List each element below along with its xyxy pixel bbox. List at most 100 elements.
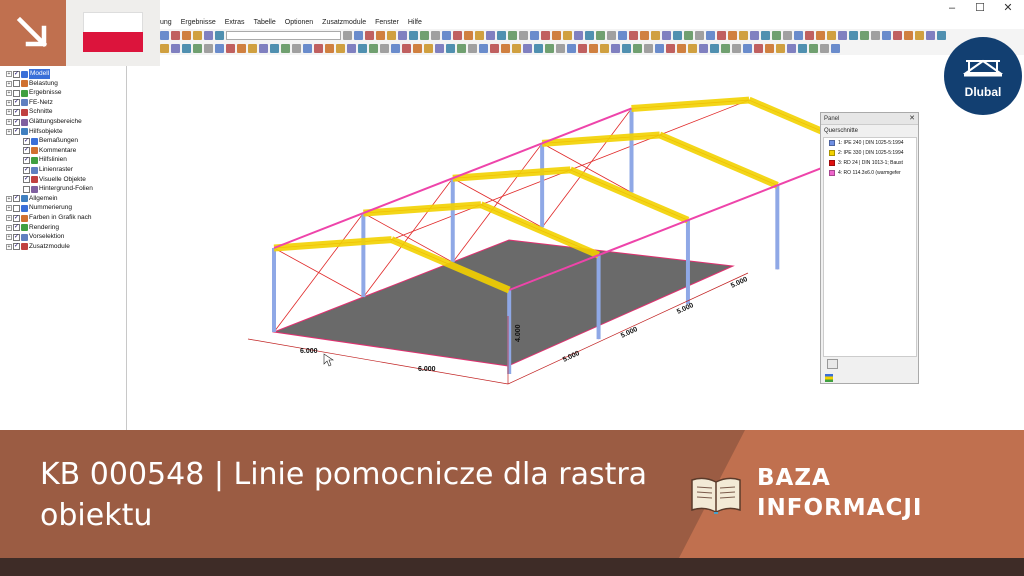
toolbar-button-icon[interactable]: [534, 44, 543, 53]
tree-checkbox[interactable]: [13, 80, 20, 88]
toolbar-button-icon[interactable]: [270, 44, 279, 53]
tree-checkbox[interactable]: ✓: [23, 147, 30, 155]
tree-item[interactable]: + ✓ Schnitte: [6, 107, 53, 117]
expand-icon[interactable]: +: [6, 90, 12, 97]
expand-icon[interactable]: [16, 177, 22, 183]
tree-item[interactable]: + ✓ Farben in Grafik nach: [6, 213, 92, 223]
toolbar-button-icon[interactable]: [398, 31, 407, 40]
toolbar-button-icon[interactable]: [497, 31, 506, 40]
toolbar-button-icon[interactable]: [160, 44, 169, 53]
toolbar-button-icon[interactable]: [706, 31, 715, 40]
toolbar-button-icon[interactable]: [882, 31, 891, 40]
tree-checkbox[interactable]: ✓: [13, 99, 20, 107]
toolbar-button-icon[interactable]: [541, 31, 550, 40]
toolbar-button-icon[interactable]: [596, 31, 605, 40]
toolbar-button-icon[interactable]: [464, 31, 473, 40]
menu-item-ergebnisse[interactable]: Ergebnisse: [181, 16, 216, 29]
tree-item[interactable]: ✓ Linienraster: [16, 165, 73, 175]
toolbar-button-icon[interactable]: [644, 44, 653, 53]
toolbar-button-icon[interactable]: [699, 44, 708, 53]
tree-checkbox[interactable]: ✓: [23, 137, 30, 145]
toolbar-button-icon[interactable]: [431, 31, 440, 40]
expand-icon[interactable]: [16, 138, 22, 144]
tree-item[interactable]: + ✓ FE-Netz: [6, 98, 53, 108]
toolbar-button-icon[interactable]: [486, 31, 495, 40]
toolbar-button-icon[interactable]: [365, 31, 374, 40]
toolbar-button-icon[interactable]: [904, 31, 913, 40]
toolbar-button-icon[interactable]: [761, 31, 770, 40]
tree-item[interactable]: + Nummerierung: [6, 203, 72, 213]
menu-item-zusatzmodule[interactable]: Zusatzmodule: [322, 16, 366, 29]
toolbar-button-icon[interactable]: [717, 31, 726, 40]
toolbar-button-icon[interactable]: [622, 44, 631, 53]
toolbar-button-icon[interactable]: [424, 44, 433, 53]
toolbar-button-icon[interactable]: [794, 31, 803, 40]
tree-checkbox[interactable]: ✓: [13, 118, 20, 126]
toolbar-button-icon[interactable]: [798, 44, 807, 53]
toolbar-button-icon[interactable]: [358, 44, 367, 53]
menu-item-optionen[interactable]: Optionen: [285, 16, 313, 29]
panel-settings-button[interactable]: [827, 359, 838, 369]
toolbar-button-icon[interactable]: [820, 44, 829, 53]
tree-item[interactable]: ✓ Kommentare: [16, 146, 76, 156]
toolbar-button-icon[interactable]: [237, 44, 246, 53]
toolbar-button-icon[interactable]: [831, 44, 840, 53]
toolbar-button-icon[interactable]: [369, 44, 378, 53]
toolbar-button-icon[interactable]: [442, 31, 451, 40]
toolbar-button-icon[interactable]: [391, 44, 400, 53]
toolbar-button-icon[interactable]: [567, 44, 576, 53]
expand-icon[interactable]: +: [6, 215, 12, 221]
toolbar-button-icon[interactable]: [655, 44, 664, 53]
toolbar-button-icon[interactable]: [666, 44, 675, 53]
tree-checkbox[interactable]: ✓: [13, 214, 20, 222]
toolbar-button-icon[interactable]: [376, 31, 385, 40]
menu-item-ansicht[interactable]: ung: [160, 16, 172, 29]
toolbar-button-icon[interactable]: [915, 31, 924, 40]
expand-icon[interactable]: [16, 167, 22, 173]
tree-item[interactable]: ✓ Bemaßungen: [16, 136, 78, 146]
toolbar-button-icon[interactable]: [336, 44, 345, 53]
sections-panel[interactable]: Panel ✕ Querschnitte 1: IPE 240 | DIN 10…: [820, 112, 919, 384]
toolbar-button-icon[interactable]: [893, 31, 902, 40]
toolbar-button-icon[interactable]: [292, 44, 301, 53]
toolbar-button-icon[interactable]: [552, 31, 561, 40]
maximize-button[interactable]: ☐: [966, 0, 994, 16]
toolbar-button-icon[interactable]: [556, 44, 565, 53]
toolbar-button-icon[interactable]: [457, 44, 466, 53]
toolbar-button-icon[interactable]: [409, 31, 418, 40]
menu-item-extras[interactable]: Extras: [225, 16, 245, 29]
toolbar-button-icon[interactable]: [343, 31, 352, 40]
toolbar-button-icon[interactable]: [204, 44, 213, 53]
toolbar-button-icon[interactable]: [420, 31, 429, 40]
expand-icon[interactable]: +: [6, 205, 12, 212]
toolbar-button-icon[interactable]: [160, 31, 169, 40]
toolbar-button-icon[interactable]: [607, 31, 616, 40]
expand-icon[interactable]: +: [6, 99, 12, 106]
toolbar-button-icon[interactable]: [739, 31, 748, 40]
toolbar-button-icon[interactable]: [402, 44, 411, 53]
toolbar-button-icon[interactable]: [193, 31, 202, 40]
toolbar-button-icon[interactable]: [248, 44, 257, 53]
expand-icon[interactable]: +: [6, 109, 12, 116]
toolbar-button-icon[interactable]: [574, 31, 583, 40]
toolbar-combo[interactable]: [226, 31, 341, 40]
tree-item[interactable]: + ✓ Allgemein: [6, 194, 58, 204]
toolbar-button-icon[interactable]: [380, 44, 389, 53]
toolbar-button-icon[interactable]: [688, 44, 697, 53]
toolbar-button-icon[interactable]: [413, 44, 422, 53]
toolbar-button-icon[interactable]: [860, 31, 869, 40]
menu-item-hilfe[interactable]: Hilfe: [408, 16, 422, 29]
color-scale-icon[interactable]: [825, 374, 833, 382]
tree-checkbox[interactable]: ✓: [13, 70, 20, 78]
toolbar-button-icon[interactable]: [728, 31, 737, 40]
toolbar-button-icon[interactable]: [849, 31, 858, 40]
tree-checkbox[interactable]: [23, 185, 30, 193]
toolbar-button-icon[interactable]: [490, 44, 499, 53]
toolbar-button-icon[interactable]: [633, 44, 642, 53]
toolbar-button-icon[interactable]: [446, 44, 455, 53]
expand-icon[interactable]: +: [6, 243, 12, 250]
toolbar-button-icon[interactable]: [677, 44, 686, 53]
toolbar-button-icon[interactable]: [204, 31, 213, 40]
toolbar-button-icon[interactable]: [585, 31, 594, 40]
toolbar-button-icon[interactable]: [479, 44, 488, 53]
